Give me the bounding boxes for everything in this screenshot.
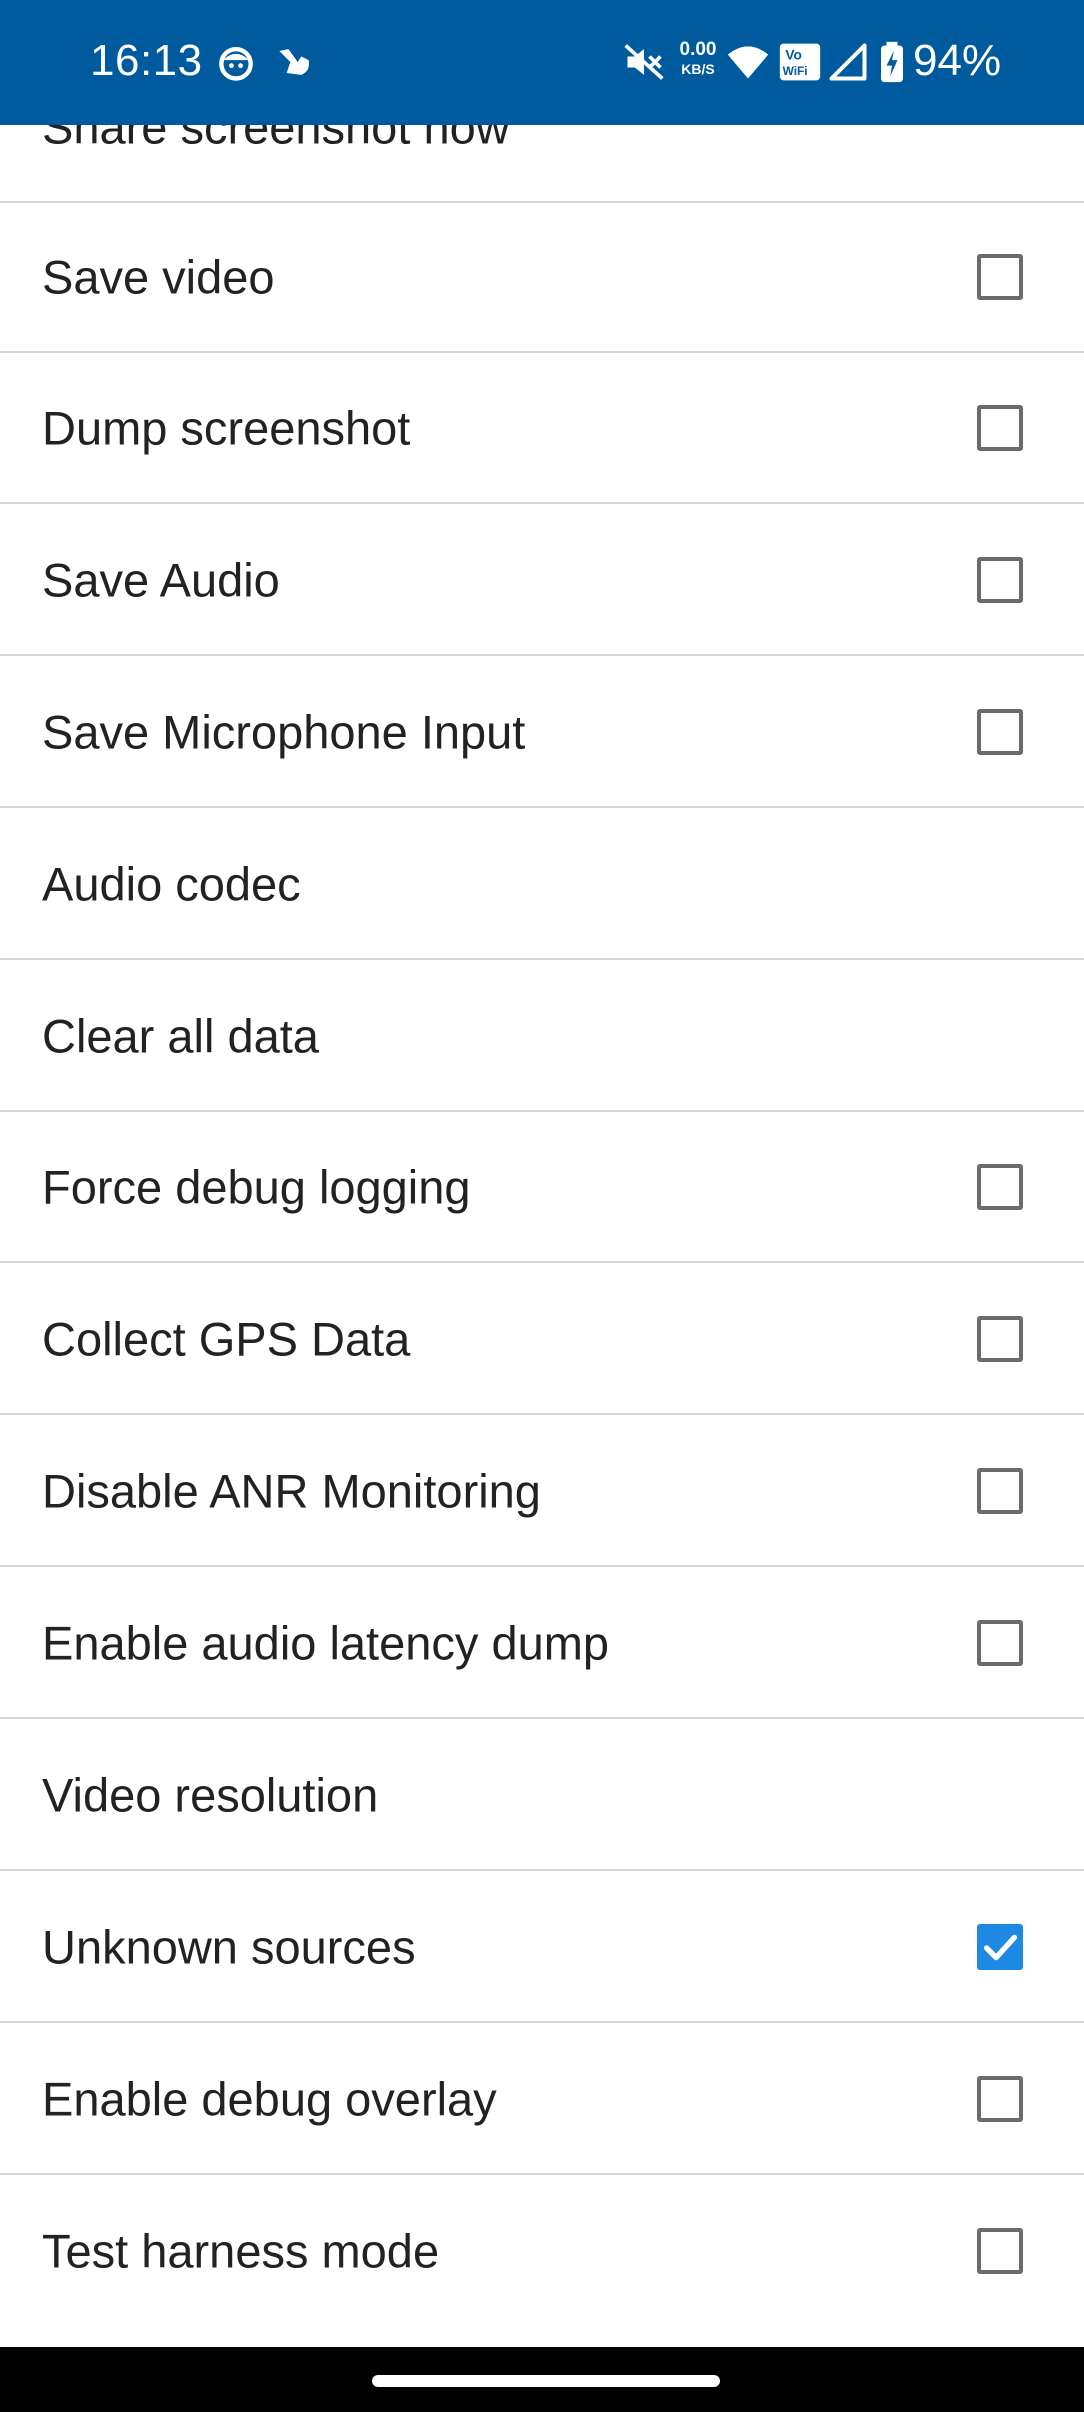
status-time: 16:13 (90, 36, 203, 85)
setting-disable-anr-monitoring[interactable]: Disable ANR Monitoring (0, 1416, 1084, 1567)
face-icon (214, 40, 258, 84)
setting-label: Test harness mode (42, 2224, 440, 2277)
setting-save-audio[interactable]: Save Audio (0, 505, 1084, 656)
setting-label: Unknown sources (42, 1920, 416, 1973)
dump-screenshot-checkbox[interactable] (977, 404, 1023, 451)
setting-label: Save Microphone Input (42, 705, 526, 758)
unknown-sources-checkbox[interactable] (977, 1923, 1023, 1970)
save-audio-checkbox[interactable] (977, 556, 1023, 603)
home-gesture-handle[interactable] (372, 2375, 720, 2387)
setting-unknown-sources[interactable]: Unknown sources (0, 1872, 1084, 2023)
setting-dump-screenshot[interactable]: Dump screenshot (0, 353, 1084, 504)
enable-audio-latency-dump-checkbox[interactable] (977, 1619, 1023, 1666)
setting-video-resolution[interactable]: Video resolution (0, 1720, 1084, 1871)
mute-icon (622, 40, 666, 84)
setting-clear-all-data[interactable]: Clear all data (0, 961, 1084, 1112)
setting-label: Collect GPS Data (42, 1312, 411, 1365)
setting-enable-audio-latency-dump[interactable]: Enable audio latency dump (0, 1568, 1084, 1719)
network-speed-value: 0.00 (679, 39, 717, 60)
setting-label: Audio codec (42, 857, 301, 910)
setting-label: Enable audio latency dump (42, 1616, 610, 1669)
wifi-icon (726, 40, 770, 84)
save-microphone-input-checkbox[interactable] (977, 708, 1023, 755)
setting-share-screenshot-now[interactable]: Share screenshot now (0, 125, 1084, 203)
battery-charging-icon (870, 40, 914, 84)
enable-debug-overlay-checkbox[interactable] (977, 2075, 1023, 2122)
save-video-checkbox[interactable] (977, 253, 1023, 300)
setting-test-harness-mode[interactable]: Test harness mode (0, 2175, 1084, 2326)
setting-label: Save video (42, 250, 275, 303)
setting-save-video[interactable]: Save video (0, 202, 1084, 353)
setting-label: Dump screenshot (42, 401, 411, 454)
network-speed: 0.00 KB/S (672, 40, 724, 76)
disable-anr-monitoring-checkbox[interactable] (977, 1467, 1023, 1514)
vowifi-icon: Vo WiFi (778, 40, 822, 84)
collect-gps-data-checkbox[interactable] (977, 1315, 1023, 1362)
settings-list[interactable]: Share screenshot now Save video Dump scr… (0, 125, 1084, 2347)
force-debug-logging-checkbox[interactable] (977, 1163, 1023, 1210)
test-harness-mode-checkbox[interactable] (977, 2227, 1023, 2274)
battery-percentage: 94% (913, 36, 1002, 85)
setting-label: Video resolution (42, 1768, 379, 1821)
network-speed-unit: KB/S (681, 61, 715, 77)
checkmark-icon (983, 1934, 1018, 1960)
setting-audio-codec[interactable]: Audio codec (0, 809, 1084, 960)
setting-label: Save Audio (42, 553, 280, 606)
vowifi-bottom-label: WiFi (783, 64, 808, 78)
setting-force-debug-logging[interactable]: Force debug logging (0, 1112, 1084, 1263)
setting-label: Disable ANR Monitoring (42, 1464, 541, 1517)
signal-icon (826, 40, 870, 84)
setting-enable-debug-overlay[interactable]: Enable debug overlay (0, 2024, 1084, 2175)
setting-label: Force debug logging (42, 1160, 471, 1213)
navigation-bar (0, 2347, 1084, 2412)
bird-icon (272, 40, 316, 84)
vowifi-top-label: Vo (785, 47, 802, 62)
setting-label: Share screenshot now (42, 125, 510, 153)
status-bar: 16:13 0.00 KB/S Vo WiFi 94% (0, 0, 1084, 125)
setting-label: Clear all data (42, 1009, 319, 1062)
setting-label: Enable debug overlay (42, 2072, 497, 2125)
setting-save-microphone-input[interactable]: Save Microphone Input (0, 657, 1084, 808)
setting-collect-gps-data[interactable]: Collect GPS Data (0, 1264, 1084, 1415)
